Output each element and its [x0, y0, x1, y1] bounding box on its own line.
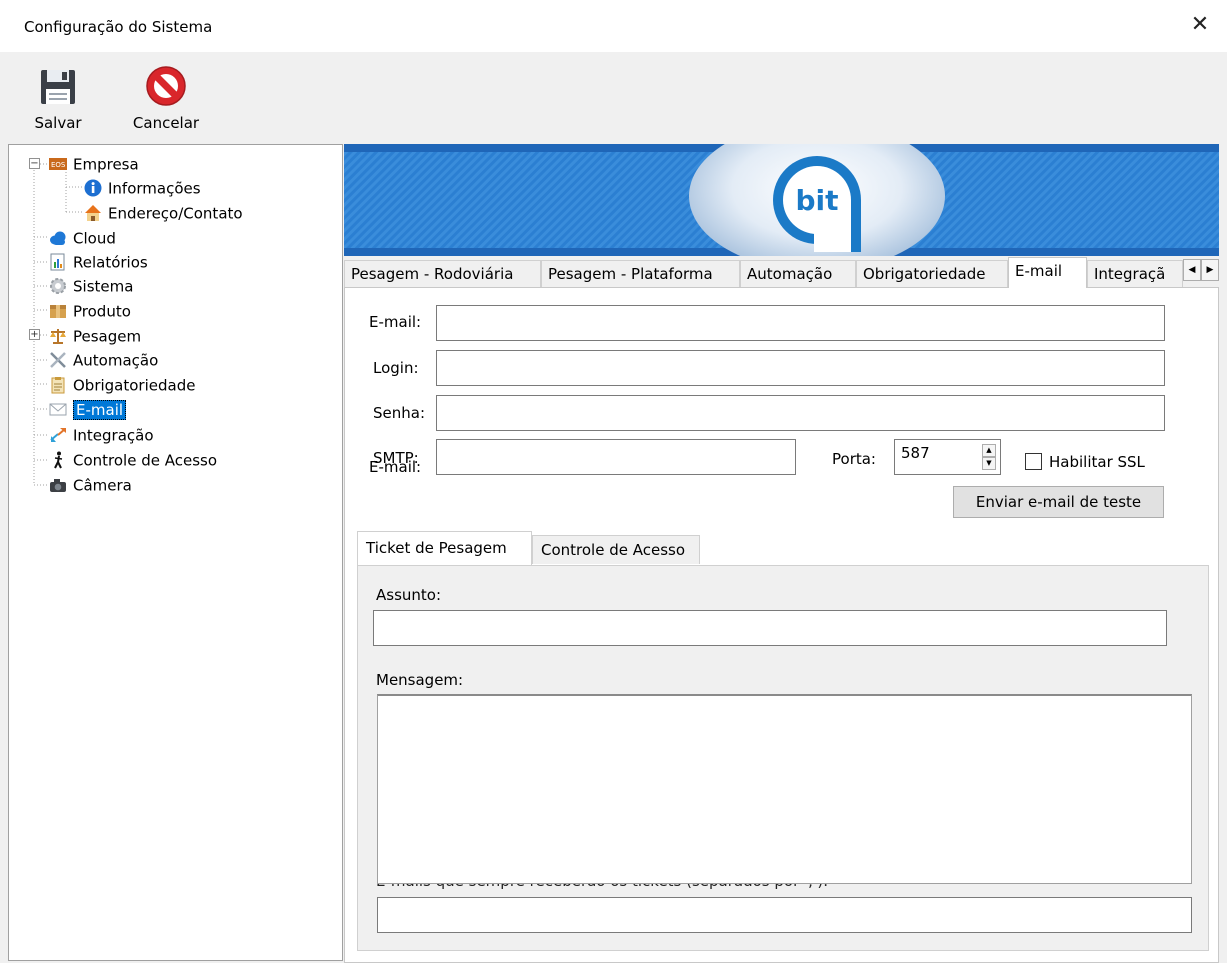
password-field[interactable] — [436, 395, 1165, 431]
collapse-empresa-icon[interactable]: − — [29, 158, 40, 169]
port-spin-buttons: ▲ ▼ — [982, 444, 996, 470]
arrows-icon — [49, 426, 67, 444]
tree-item-camera[interactable]: Câmera — [49, 474, 132, 496]
tree-item-endereco-contato[interactable]: Endereço/Contato — [84, 202, 243, 224]
title-bar: Configuração do Sistema ✕ — [0, 0, 1227, 52]
tree-item-pesagem[interactable]: Pesagem — [49, 325, 141, 347]
cloud-icon — [49, 229, 67, 247]
camera-icon — [49, 476, 67, 494]
scale-icon — [49, 327, 67, 345]
tree-item-cloud[interactable]: Cloud — [49, 227, 116, 249]
save-label: Salvar — [34, 114, 82, 132]
tab-obrigatoriedade[interactable]: Obrigatoriedade — [856, 260, 1008, 287]
port-value: 587 — [901, 444, 930, 462]
tree-item-controle-de-acesso[interactable]: Controle de Acesso — [49, 449, 217, 471]
recipients-field[interactable] — [377, 897, 1192, 933]
tree-item-sistema[interactable]: Sistema — [49, 275, 133, 297]
port-up-icon[interactable]: ▲ — [982, 444, 996, 457]
tree-item-integracao[interactable]: Integração — [49, 424, 154, 446]
settings-tabs: Pesagem - Rodoviária Pesagem - Plataform… — [344, 257, 1219, 288]
tab-ticket-de-pesagem[interactable]: Ticket de Pesagem — [357, 531, 532, 565]
prohibited-icon — [143, 62, 189, 110]
message-label: Mensagem: — [376, 671, 464, 689]
window-title: Configuração do Sistema — [24, 18, 213, 36]
banner-logo: bit — [795, 184, 838, 217]
company-icon: EOS — [49, 155, 67, 173]
close-icon[interactable]: ✕ — [1185, 10, 1215, 40]
clipboard-icon — [49, 376, 67, 394]
banner: bit — [344, 144, 1219, 256]
house-icon — [84, 204, 102, 222]
tab-pesagem-plataforma[interactable]: Pesagem - Plataforma — [541, 260, 740, 287]
ticket-panel: Assunto: Mensagem: E-mails que sempre re… — [357, 565, 1209, 951]
box-icon — [49, 302, 67, 320]
tree-item-empresa[interactable]: EOS Empresa — [49, 153, 139, 175]
expand-pesagem-icon[interactable]: + — [29, 329, 40, 340]
tab-scroll-right-icon[interactable]: ▶ — [1201, 259, 1219, 281]
ssl-label: Habilitar SSL — [1049, 453, 1145, 471]
message-textarea[interactable] — [377, 694, 1192, 884]
info-icon — [84, 179, 102, 197]
port-down-icon[interactable]: ▼ — [982, 457, 996, 470]
ssl-checkbox[interactable] — [1025, 453, 1042, 470]
tree-item-produto[interactable]: Produto — [49, 300, 131, 322]
toolbar: Salvar Cancelar — [0, 52, 1227, 142]
port-label: Porta: — [832, 450, 876, 468]
send-test-email-button[interactable]: Enviar e-mail de teste — [953, 486, 1164, 518]
email-field-label: E-mail: — [369, 313, 422, 331]
tools-icon — [49, 351, 67, 369]
login-label: Login: — [373, 359, 419, 377]
tab-controle-de-acesso[interactable]: Controle de Acesso — [532, 535, 700, 564]
tab-email[interactable]: E-mail — [1008, 257, 1087, 288]
login-field[interactable] — [436, 350, 1165, 386]
tree-item-informacoes[interactable]: Informações — [84, 177, 201, 199]
tree-item-relatorios[interactable]: Relatórios — [49, 251, 148, 273]
floppy-disk-icon — [35, 62, 81, 110]
tree-item-obrigatoriedade[interactable]: Obrigatoriedade — [49, 374, 195, 396]
report-icon — [49, 253, 67, 271]
cancel-button[interactable]: Cancelar — [126, 62, 206, 132]
tree-item-automacao[interactable]: Automação — [49, 349, 158, 371]
person-walking-icon — [49, 451, 67, 469]
tree-item-email[interactable]: E-mail — [49, 398, 127, 420]
save-button[interactable]: Salvar — [28, 62, 88, 132]
subject-field[interactable] — [373, 610, 1167, 646]
gear-icon — [49, 277, 67, 295]
email-settings-panel: E-mail: E-mail: Login: Senha: SMTP: Port… — [344, 287, 1219, 963]
tab-integracao[interactable]: Integraçã — [1087, 260, 1183, 287]
envelope-icon — [49, 400, 67, 418]
navigation-tree[interactable]: − + EOS Empresa Informações Endereço/Con… — [8, 144, 343, 961]
email-field[interactable] — [436, 305, 1165, 341]
tab-scroll-arrows: ◀ ▶ — [1183, 259, 1219, 281]
password-label: Senha: — [373, 404, 426, 422]
cancel-label: Cancelar — [132, 114, 200, 132]
tab-scroll-left-icon[interactable]: ◀ — [1183, 259, 1201, 281]
tab-pesagem-rodoviaria[interactable]: Pesagem - Rodoviária — [344, 260, 541, 287]
port-stepper[interactable]: 587 ▲ ▼ — [894, 439, 1001, 475]
subject-label: Assunto: — [376, 586, 442, 604]
settings-content: bit Pesagem - Rodoviária Pesagem - Plata… — [344, 144, 1219, 963]
svg-text:EOS: EOS — [51, 161, 66, 169]
smtp-label: SMTP: — [373, 449, 419, 467]
tab-automacao[interactable]: Automação — [740, 260, 856, 287]
smtp-field[interactable] — [436, 439, 796, 475]
